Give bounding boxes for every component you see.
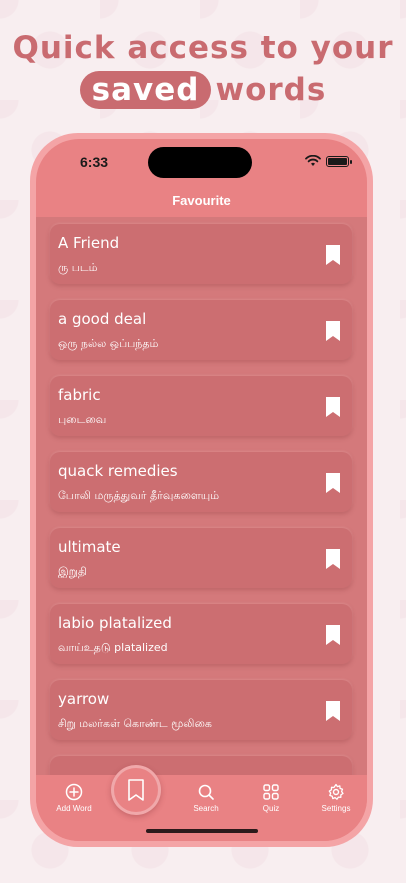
plus-circle-icon <box>65 783 83 801</box>
grid-icon <box>263 784 279 800</box>
headline-line2: saved words <box>0 70 406 110</box>
search-icon <box>198 784 214 800</box>
home-indicator <box>146 829 258 833</box>
meaning-text: ஒரு நல்ல ஒப்பந்தம் <box>58 337 159 350</box>
wifi-icon <box>305 155 321 166</box>
list-item[interactable]: a good deal ஒரு நல்ல ஒப்பந்தம் <box>50 300 352 360</box>
meaning-text: வாய்உதடு platalized <box>58 641 168 654</box>
word-text: ultimate <box>58 538 121 556</box>
word-text: fabric <box>58 386 101 404</box>
tab-add-word[interactable]: Add Word <box>44 783 104 813</box>
status-bar: 6:33 <box>36 139 367 187</box>
bookmark-icon[interactable] <box>324 700 342 722</box>
headline-line1: Quick access to your <box>12 30 394 66</box>
bookmark-icon[interactable] <box>324 244 342 266</box>
tab-settings[interactable]: Settings <box>306 783 366 813</box>
phone-screen: 6:33 Favourite A Friend ரு படம் a good d… <box>36 139 367 841</box>
word-text: quack remedies <box>58 462 178 480</box>
list-item[interactable]: fabric புடைவை <box>50 376 352 436</box>
favourites-list[interactable]: A Friend ரு படம் a good deal ஒரு நல்ல ஒப… <box>36 217 367 775</box>
tab-quiz[interactable]: Quiz <box>241 783 301 813</box>
bookmark-icon[interactable] <box>324 548 342 570</box>
status-time: 6:33 <box>80 154 109 170</box>
tab-settings-label: Settings <box>321 804 351 813</box>
list-item[interactable]: A Friend ரு படம் <box>50 224 352 284</box>
headline-rest: words <box>215 72 327 108</box>
word-text: a good deal <box>58 310 147 328</box>
bookmark-icon <box>128 779 144 801</box>
headline-highlight: saved <box>79 71 212 109</box>
gear-icon <box>328 783 344 800</box>
page-title: Favourite <box>172 193 231 208</box>
list-item[interactable]: quack remedies போலி மருத்துவர் தீர்வுகளை… <box>50 452 352 512</box>
word-text: yarrow <box>58 690 110 708</box>
word-text: labio platalized <box>58 614 172 632</box>
list-item[interactable]: labio platalized வாய்உதடு platalized <box>50 604 352 664</box>
tab-favourite-button[interactable] <box>111 765 161 815</box>
meaning-text: சிறு மலர்கள் கொண்ட மூலிகை <box>58 717 212 730</box>
tab-search-label: Search <box>193 804 219 813</box>
list-item[interactable]: ultimate இறுதி <box>50 528 352 588</box>
tab-search[interactable]: Search <box>176 783 236 813</box>
list-item[interactable]: yarrow சிறு மலர்கள் கொண்ட மூலிகை <box>50 680 352 740</box>
meaning-text: புடைவை <box>58 413 107 426</box>
dynamic-island <box>148 147 252 178</box>
bookmark-icon[interactable] <box>324 624 342 646</box>
bookmark-icon[interactable] <box>324 320 342 342</box>
tab-favourite-inner <box>114 768 158 812</box>
bookmark-icon[interactable] <box>324 472 342 494</box>
tab-add-word-label: Add Word <box>56 804 92 813</box>
meaning-text: போலி மருத்துவர் தீர்வுகளையும் <box>58 489 220 502</box>
list-item-partial[interactable] <box>50 756 352 775</box>
meaning-text: இறுதி <box>58 565 87 578</box>
word-text: A Friend <box>58 234 120 252</box>
bookmark-icon[interactable] <box>324 396 342 418</box>
promo-headline: Quick access to your saved words <box>0 28 406 110</box>
phone-frame: 6:33 Favourite A Friend ரு படம் a good d… <box>30 133 373 847</box>
battery-icon <box>326 156 352 167</box>
tab-quiz-label: Quiz <box>262 804 280 813</box>
tab-bar: Add Word Search Quiz Settings <box>36 765 367 841</box>
meaning-text: ரு படம் <box>58 261 98 274</box>
